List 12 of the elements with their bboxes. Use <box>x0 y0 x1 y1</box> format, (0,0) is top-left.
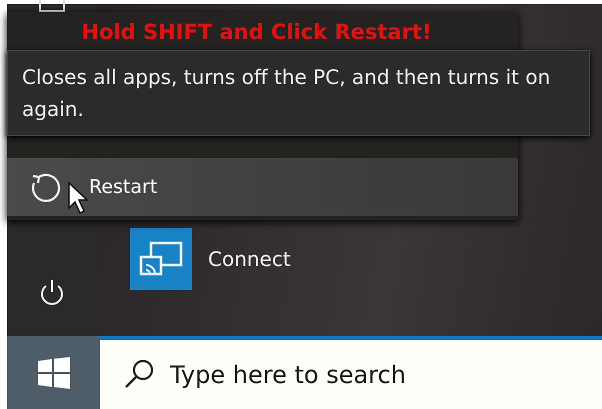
restart-menu-item[interactable]: Restart <box>7 158 518 216</box>
start-button[interactable] <box>7 336 100 409</box>
search-icon <box>124 358 156 390</box>
connect-tile[interactable] <box>130 228 192 290</box>
mouse-cursor-icon <box>68 182 90 216</box>
windows-icon <box>38 356 70 388</box>
app-name[interactable]: Connect <box>208 247 291 271</box>
search-field[interactable]: Type here to search <box>100 336 602 409</box>
power-icon[interactable] <box>38 278 66 308</box>
cast-icon <box>139 240 183 278</box>
annotation-text: Hold SHIFT and Click Restart! <box>81 20 432 44</box>
tooltip: Closes all apps, turns off the PC, and then turns it on again. <box>7 50 590 136</box>
